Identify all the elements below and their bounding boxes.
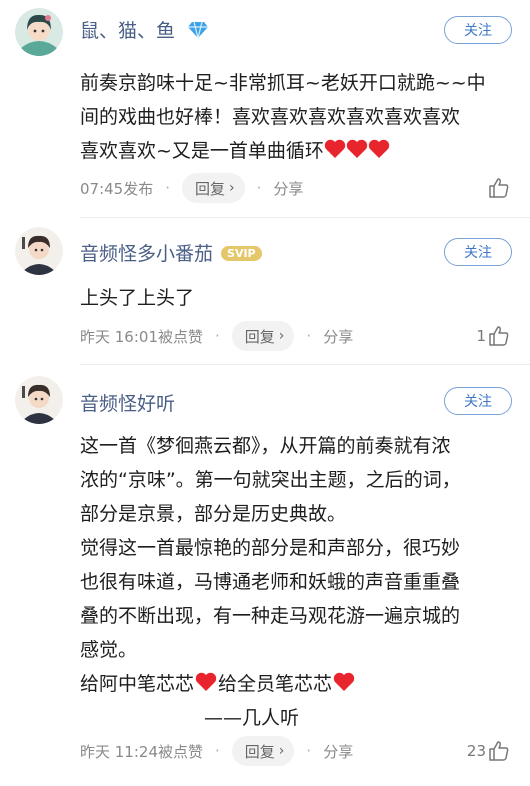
thumbs-up-icon bbox=[489, 178, 509, 198]
comment-signature: ——几人听 bbox=[204, 707, 300, 729]
share-button[interactable]: 分享 bbox=[323, 741, 353, 762]
share-button[interactable]: 分享 bbox=[273, 178, 303, 199]
diamond-icon bbox=[188, 21, 209, 39]
username-text[interactable]: 鼠、猫、鱼 bbox=[80, 20, 175, 42]
comment-text: 这一首《梦徊燕云都》，从开篇的前奏就有浓 浓的“京味”。第一句就突出主题，之后的… bbox=[80, 429, 510, 735]
comment-line: 给阿中笔芯芯 给全员笔芯芯 bbox=[80, 667, 510, 701]
reply-button[interactable]: 回复 › bbox=[231, 736, 295, 766]
chevron-right-icon: › bbox=[278, 743, 285, 759]
comment-text: 上头了上头了 bbox=[80, 281, 510, 315]
timestamp: 07:45发布 bbox=[80, 179, 154, 198]
separator-dot: · bbox=[165, 179, 171, 197]
comment-line: 喜欢喜欢~又是一首单曲循环 bbox=[80, 134, 510, 168]
separator-dot: · bbox=[256, 179, 262, 197]
comment-item: 音频怪好听 关注 这一首《梦徊燕云都》，从开篇的前奏就有浓 浓的“京味”。第一句… bbox=[0, 365, 530, 786]
follow-button[interactable]: 关注 bbox=[444, 16, 512, 44]
like-button[interactable]: 23 bbox=[467, 736, 510, 766]
username-text[interactable]: 音频怪多小番茄 bbox=[80, 243, 213, 265]
reply-button[interactable]: 回复 › bbox=[231, 321, 295, 351]
comment-line: 也很有味道，马博通老师和妖蛾的声音重重叠 bbox=[80, 571, 461, 593]
separator-dot: · bbox=[215, 742, 220, 760]
like-count: 1 bbox=[476, 327, 486, 345]
timestamp: 昨天 11:24被点赞 bbox=[80, 742, 203, 761]
comment-item: 音频怪多小番茄 SVIP 关注 上头了上头了 昨天 16:01被点赞 · 回复 › … bbox=[0, 218, 530, 365]
comment-line: 叠的不断出现，有一种走马观花游一遍京城的 bbox=[80, 605, 461, 627]
like-count: 23 bbox=[466, 742, 486, 760]
comment-line: 感觉。 bbox=[80, 639, 138, 661]
comment-meta: 07:45发布 · 回复 › · 分享 bbox=[80, 173, 303, 203]
comment-line: 上头了上头了 bbox=[80, 287, 195, 309]
comment-line: 前奏京韵味十足~非常抓耳~老妖开口就跪~~中 bbox=[80, 72, 486, 94]
svip-badge: SVIP bbox=[221, 246, 262, 261]
follow-button[interactable]: 关注 bbox=[444, 387, 512, 415]
comment-item: 鼠、猫、鱼 关注 前奏京韵味十足~非常抓耳~老妖开口就跪~~中 间的戏曲也好棒！… bbox=[0, 0, 530, 218]
comment-meta: 昨天 11:24被点赞 · 回复 › · 分享 bbox=[80, 736, 353, 766]
chevron-right-icon: › bbox=[229, 180, 235, 196]
comment-line: 这一首《梦徊燕云都》，从开篇的前奏就有浓 bbox=[80, 435, 451, 457]
comment-text: 前奏京韵味十足~非常抓耳~老妖开口就跪~~中 间的戏曲也好棒！喜欢喜欢喜欢喜欢喜… bbox=[80, 66, 510, 168]
comment-line: 浓的“京味”。第一句就突出主题，之后的词， bbox=[80, 469, 461, 491]
like-button[interactable] bbox=[486, 173, 510, 203]
username[interactable]: 音频怪好听 bbox=[80, 389, 175, 416]
username[interactable]: 音频怪多小番茄 SVIP bbox=[80, 239, 262, 266]
follow-button[interactable]: 关注 bbox=[444, 238, 512, 266]
separator-dot: · bbox=[306, 742, 312, 760]
avatar[interactable] bbox=[15, 376, 63, 424]
thumbs-up-icon bbox=[489, 326, 509, 346]
separator-dot: · bbox=[215, 327, 220, 345]
like-button[interactable]: 1 bbox=[476, 321, 510, 351]
comment-line: 觉得这一首最惊艳的部分是和声部分，很巧妙 bbox=[80, 537, 461, 559]
comment-line: 部分是京景，部分是历史典故。 bbox=[80, 503, 347, 525]
avatar[interactable] bbox=[15, 8, 63, 56]
comment-line: 间的戏曲也好棒！喜欢喜欢喜欢喜欢喜欢喜欢 bbox=[80, 106, 461, 128]
comment-meta: 昨天 16:01被点赞 · 回复 › · 分享 bbox=[80, 321, 353, 351]
timestamp: 昨天 16:01被点赞 bbox=[80, 327, 203, 346]
reply-button[interactable]: 回复 › bbox=[182, 173, 245, 203]
thumbs-up-icon bbox=[489, 741, 509, 761]
separator-dot: · bbox=[306, 327, 312, 345]
chevron-right-icon: › bbox=[278, 328, 285, 344]
share-button[interactable]: 分享 bbox=[323, 326, 353, 347]
heart-icon bbox=[324, 139, 390, 158]
avatar[interactable] bbox=[15, 227, 63, 275]
heart-icon bbox=[333, 672, 355, 691]
heart-icon bbox=[195, 672, 217, 691]
username-text[interactable]: 音频怪好听 bbox=[80, 393, 175, 415]
username[interactable]: 鼠、猫、鱼 bbox=[80, 16, 209, 43]
